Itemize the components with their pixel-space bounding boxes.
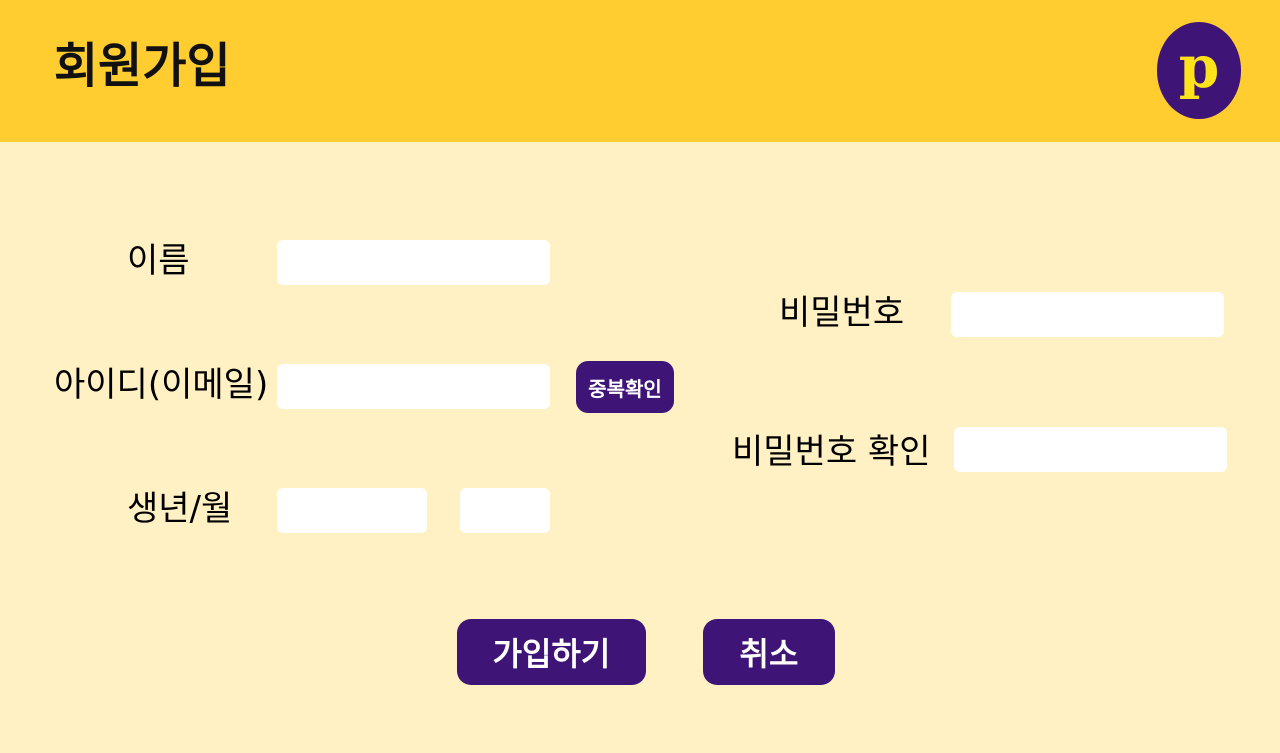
cancel-button[interactable]: 취소 xyxy=(703,619,835,685)
logo-p-icon: p xyxy=(1178,32,1220,101)
birth-year-month-label: 생년/월 xyxy=(127,489,233,529)
birth-month-input[interactable] xyxy=(460,488,550,533)
duplicate-check-button[interactable]: 중복확인 xyxy=(576,361,674,413)
name-label: 이름 xyxy=(127,241,190,281)
password-label: 비밀번호 xyxy=(779,293,905,333)
name-input[interactable] xyxy=(277,240,550,285)
password-confirm-label: 비밀번호 확인 xyxy=(732,432,931,472)
birth-year-input[interactable] xyxy=(277,488,427,533)
id-email-input[interactable] xyxy=(277,364,550,409)
id-email-label: 아이디(이메일) xyxy=(54,365,269,405)
password-confirm-input[interactable] xyxy=(954,427,1227,472)
app-logo[interactable]: p xyxy=(1157,22,1241,119)
password-input[interactable] xyxy=(951,292,1224,337)
page-title: 회원가입 xyxy=(54,38,231,94)
header-bar: 회원가입 p xyxy=(0,0,1280,142)
submit-signup-button[interactable]: 가입하기 xyxy=(457,619,646,685)
